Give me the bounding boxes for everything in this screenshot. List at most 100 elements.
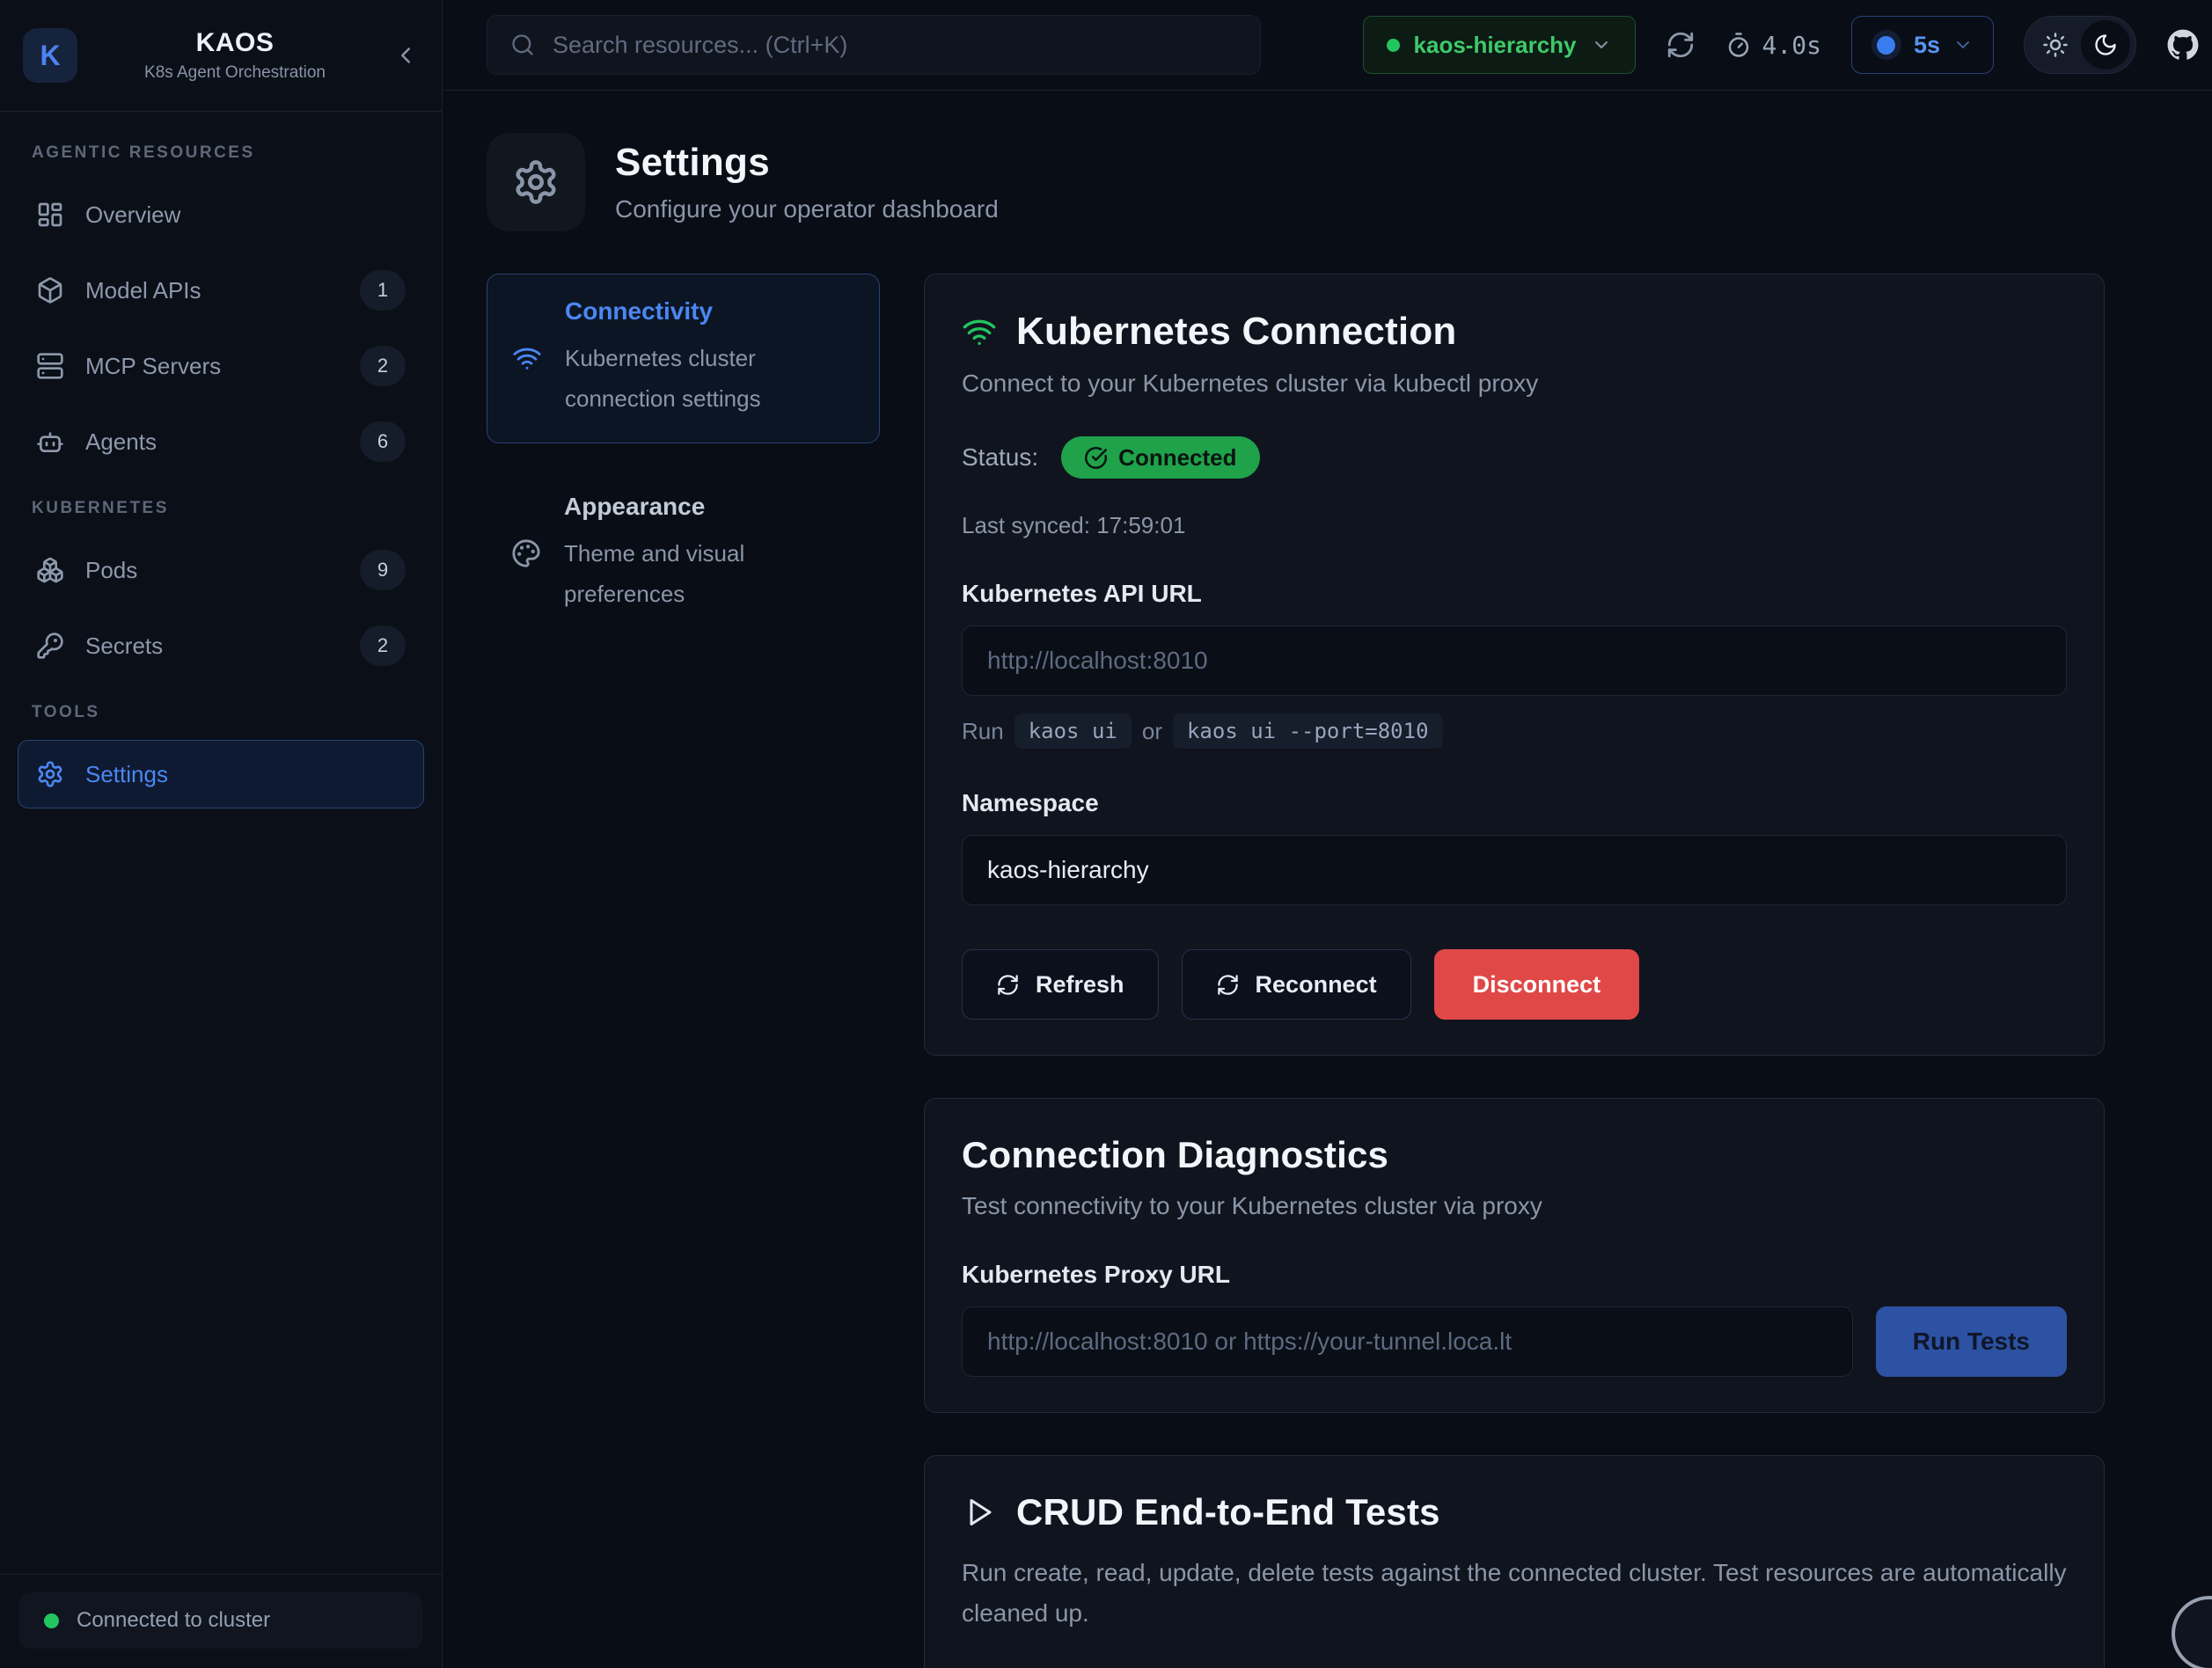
sync-timer: 4.0s bbox=[1725, 31, 1821, 60]
card-subtitle: Connect to your Kubernetes cluster via k… bbox=[962, 369, 2067, 398]
refresh-interval-value: 5s bbox=[1914, 32, 1940, 59]
card-title: Kubernetes Connection bbox=[1016, 310, 1456, 354]
theme-toggle bbox=[2024, 16, 2136, 74]
play-icon bbox=[962, 1496, 997, 1528]
crud-tests-card: CRUD End-to-End Tests Run create, read, … bbox=[924, 1455, 2105, 1668]
light-mode-button[interactable] bbox=[2042, 32, 2069, 58]
sidebar-item-agents[interactable]: Agents 6 bbox=[18, 407, 424, 476]
palette-icon bbox=[511, 538, 541, 568]
sidebar-header: K KAOS K8s Agent Orchestration bbox=[0, 0, 442, 112]
page-titles: Settings Configure your operator dashboa… bbox=[615, 141, 999, 223]
code-chip: kaos ui bbox=[1014, 713, 1132, 749]
chevron-left-icon bbox=[392, 42, 419, 69]
settings-cards: Kubernetes Connection Connect to your Ku… bbox=[924, 274, 2105, 1668]
sidebar-item-label: Secrets bbox=[85, 633, 163, 660]
logo-letter: K bbox=[40, 40, 60, 72]
count-badge: 1 bbox=[360, 270, 406, 311]
api-url-input[interactable] bbox=[962, 626, 2067, 696]
kubernetes-connection-card: Kubernetes Connection Connect to your Ku… bbox=[924, 274, 2105, 1056]
card-title: CRUD End-to-End Tests bbox=[1016, 1491, 1440, 1533]
namespace-input[interactable] bbox=[962, 835, 2067, 905]
github-link[interactable] bbox=[2166, 28, 2200, 62]
search-input[interactable] bbox=[553, 32, 1237, 59]
gear-icon bbox=[36, 760, 64, 788]
run-tests-button[interactable]: Run Tests bbox=[1876, 1306, 2067, 1377]
connection-actions: Refresh Reconnect Disconnect bbox=[962, 949, 2067, 1020]
tab-desc: Theme and visual preferences bbox=[564, 533, 855, 615]
sidebar-item-mcp-servers[interactable]: MCP Servers 2 bbox=[18, 332, 424, 400]
proxy-url-label: Kubernetes Proxy URL bbox=[962, 1261, 2067, 1289]
sidebar-item-secrets[interactable]: Secrets 2 bbox=[18, 611, 424, 680]
run-tests-button-label: Run Tests bbox=[1913, 1328, 2030, 1356]
interval-dot-icon bbox=[1871, 30, 1901, 60]
page-title: Settings bbox=[615, 141, 999, 185]
crud-desc: Run create, read, update, delete tests a… bbox=[962, 1553, 2067, 1634]
refresh-button[interactable]: Refresh bbox=[962, 949, 1159, 1020]
sidebar-item-label: Agents bbox=[85, 428, 157, 456]
tab-connectivity[interactable]: Connectivity Kubernetes cluster connecti… bbox=[487, 274, 880, 443]
box-icon bbox=[36, 276, 64, 304]
floating-widget-button[interactable] bbox=[2172, 1596, 2212, 1668]
count-badge: 9 bbox=[360, 550, 406, 590]
refresh-interval-select[interactable]: 5s bbox=[1851, 16, 1994, 74]
app-subtitle: K8s Agent Orchestration bbox=[97, 63, 373, 83]
search-icon bbox=[510, 33, 535, 57]
settings-page: Settings Configure your operator dashboa… bbox=[443, 91, 2212, 1668]
key-icon bbox=[36, 632, 64, 660]
tab-desc: Kubernetes cluster connection settings bbox=[565, 338, 854, 420]
sidebar-item-model-apis[interactable]: Model APIs 1 bbox=[18, 256, 424, 325]
app-logo: K bbox=[23, 28, 77, 83]
dark-mode-button[interactable] bbox=[2081, 20, 2130, 70]
page-header: Settings Configure your operator dashboa… bbox=[487, 133, 2105, 231]
sidebar-item-settings[interactable]: Settings bbox=[18, 740, 424, 808]
app-titles: KAOS K8s Agent Orchestration bbox=[97, 28, 373, 83]
chevron-down-icon bbox=[1591, 34, 1612, 55]
bot-icon bbox=[36, 428, 64, 456]
app-root: K KAOS K8s Agent Orchestration AGENTIC R… bbox=[0, 0, 2212, 1668]
tab-title: Appearance bbox=[564, 493, 855, 521]
sidebar-nav: AGENTIC RESOURCES Overview Model APIs 1 bbox=[0, 112, 442, 1574]
sidebar-item-pods[interactable]: Pods 9 bbox=[18, 536, 424, 604]
sync-button[interactable] bbox=[1666, 30, 1696, 60]
namespace-selector[interactable]: kaos-hierarchy bbox=[1363, 16, 1636, 74]
sidebar-item-label: MCP Servers bbox=[85, 353, 221, 380]
wifi-icon bbox=[512, 343, 542, 373]
tab-appearance-text: Appearance Theme and visual preferences bbox=[564, 493, 855, 615]
nav-section-label: AGENTIC RESOURCES bbox=[32, 143, 424, 163]
dashboard-icon bbox=[36, 201, 64, 229]
sidebar-footer: Connected to cluster bbox=[0, 1574, 442, 1668]
api-url-helper: Run kaos ui or kaos ui --port=8010 bbox=[962, 713, 2067, 749]
sidebar-item-overview[interactable]: Overview bbox=[18, 180, 424, 249]
github-icon bbox=[2166, 28, 2200, 62]
nav-section-label: TOOLS bbox=[32, 703, 424, 722]
reconnect-button[interactable]: Reconnect bbox=[1182, 949, 1411, 1020]
sidebar-collapse-button[interactable] bbox=[392, 42, 419, 69]
main-area: kaos-hierarchy 4.0s bbox=[443, 0, 2212, 1668]
refresh-icon bbox=[996, 973, 1020, 997]
crud-tests-header[interactable]: CRUD End-to-End Tests bbox=[962, 1491, 2067, 1533]
app-title: KAOS bbox=[97, 28, 373, 58]
elapsed-time: 4.0s bbox=[1762, 31, 1821, 60]
count-badge: 2 bbox=[360, 346, 406, 386]
cluster-status-text: Connected to cluster bbox=[77, 1608, 270, 1633]
count-badge: 2 bbox=[360, 626, 406, 666]
check-circle-icon bbox=[1084, 446, 1108, 470]
api-url-label: Kubernetes API URL bbox=[962, 580, 2067, 608]
tab-connectivity-text: Connectivity Kubernetes cluster connecti… bbox=[565, 297, 854, 420]
disconnect-button-label: Disconnect bbox=[1473, 971, 1601, 999]
card-subtitle: Test connectivity to your Kubernetes clu… bbox=[962, 1192, 2067, 1220]
proxy-url-input[interactable] bbox=[962, 1306, 1853, 1377]
refresh-icon bbox=[1216, 973, 1240, 997]
tab-appearance[interactable]: Appearance Theme and visual preferences bbox=[487, 470, 880, 638]
helper-text: or bbox=[1142, 718, 1162, 745]
disconnect-button[interactable]: Disconnect bbox=[1434, 949, 1640, 1020]
status-dot-icon bbox=[44, 1613, 59, 1628]
reconnect-button-label: Reconnect bbox=[1256, 971, 1377, 999]
connection-diagnostics-card: Connection Diagnostics Test connectivity… bbox=[924, 1098, 2105, 1413]
code-chip: kaos ui --port=8010 bbox=[1173, 713, 1443, 749]
nav-section-label: KUBERNETES bbox=[32, 499, 424, 518]
namespace-status-dot-icon bbox=[1387, 39, 1400, 52]
nav-section-tools: TOOLS Settings bbox=[18, 703, 424, 808]
wifi-icon bbox=[962, 314, 997, 349]
sidebar: K KAOS K8s Agent Orchestration AGENTIC R… bbox=[0, 0, 443, 1668]
